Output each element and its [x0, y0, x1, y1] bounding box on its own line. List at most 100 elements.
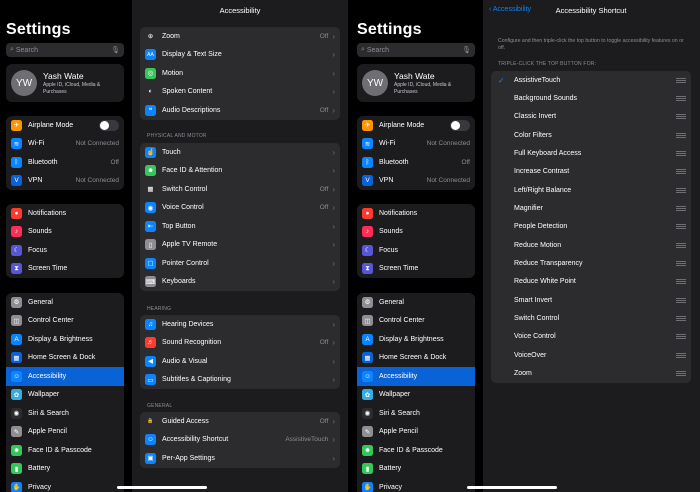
sidebar-item-face-id-passcode[interactable]: ☻ Face ID & Passcode: [6, 441, 124, 460]
settings-row-keyboards[interactable]: ⌨ Keyboards ›: [140, 273, 340, 292]
settings-row-sound-recognition[interactable]: ♬ Sound Recognition Off ›: [140, 334, 340, 353]
settings-row-display-text-size[interactable]: AA Display & Text Size ›: [140, 46, 340, 65]
reorder-handle-icon[interactable]: [676, 279, 686, 285]
sidebar-item-bluetooth[interactable]: ᛒ Bluetooth Off: [6, 153, 124, 172]
sidebar-item-face-id-passcode[interactable]: ☻ Face ID & Passcode: [357, 441, 475, 460]
reorder-handle-icon[interactable]: [676, 114, 686, 120]
sidebar-item-control-center[interactable]: ◫ Control Center: [357, 312, 475, 331]
microphone-icon[interactable]: 🎙: [462, 46, 471, 54]
sidebar-item-home-screen-dock[interactable]: ▦ Home Screen & Dock: [6, 349, 124, 368]
settings-row-subtitles-captioning[interactable]: ▭ Subtitles & Captioning ›: [140, 371, 340, 390]
shortcut-option-left-right-balance[interactable]: Left/Right Balance: [491, 181, 691, 199]
reorder-handle-icon[interactable]: [676, 334, 686, 340]
reorder-handle-icon[interactable]: [676, 96, 686, 102]
airplane-mode-toggle[interactable]: [99, 119, 119, 131]
sidebar-item-display-brightness[interactable]: A Display & Brightness: [6, 330, 124, 349]
sidebar-item-vpn[interactable]: V VPN Not Connected: [6, 172, 124, 191]
settings-row-accessibility-shortcut[interactable]: ☺ Accessibility Shortcut AssistiveTouch ›: [140, 431, 340, 450]
settings-row-audio-descriptions[interactable]: ❝ Audio Descriptions Off ›: [140, 101, 340, 120]
airplane-mode-toggle[interactable]: [450, 119, 470, 131]
shortcut-option-reduce-motion[interactable]: Reduce Motion: [491, 236, 691, 254]
shortcut-option-reduce-white-point[interactable]: Reduce White Point: [491, 273, 691, 291]
reorder-handle-icon[interactable]: [676, 77, 686, 83]
shortcut-option-voiceover[interactable]: VoiceOver: [491, 346, 691, 364]
settings-row-motion[interactable]: ◎ Motion ›: [140, 64, 340, 83]
shortcut-option-color-filters[interactable]: Color Filters: [491, 126, 691, 144]
sidebar-item-privacy[interactable]: ✋ Privacy: [357, 478, 475, 492]
settings-row-hearing-devices[interactable]: ♫ Hearing Devices ›: [140, 315, 340, 334]
shortcut-option-voice-control[interactable]: Voice Control: [491, 328, 691, 346]
shortcut-option-switch-control[interactable]: Switch Control: [491, 309, 691, 327]
settings-row-per-app-settings[interactable]: ▣ Per-App Settings ›: [140, 449, 340, 468]
sidebar-item-apple-pencil[interactable]: ✎ Apple Pencil: [357, 423, 475, 442]
reorder-handle-icon[interactable]: [676, 352, 686, 358]
sidebar-item-airplane-mode[interactable]: ✈ Airplane Mode: [357, 116, 475, 135]
reorder-handle-icon[interactable]: [676, 151, 686, 157]
shortcut-option-background-sounds[interactable]: Background Sounds: [491, 89, 691, 107]
settings-row-apple-tv-remote[interactable]: ▯ Apple TV Remote ›: [140, 236, 340, 255]
reorder-handle-icon[interactable]: [676, 261, 686, 267]
shortcut-option-people-detection[interactable]: People Detection: [491, 218, 691, 236]
sidebar-item-battery[interactable]: ▮ Battery: [357, 460, 475, 479]
sidebar-item-siri-search[interactable]: ◉ Siri & Search: [357, 404, 475, 423]
settings-row-switch-control[interactable]: ▦ Switch Control Off ›: [140, 180, 340, 199]
sidebar-item-wallpaper[interactable]: ✿ Wallpaper: [6, 386, 124, 405]
sidebar-item-vpn[interactable]: V VPN Not Connected: [357, 172, 475, 191]
reorder-handle-icon[interactable]: [676, 316, 686, 322]
sidebar-item-display-brightness[interactable]: A Display & Brightness: [357, 330, 475, 349]
apple-id-profile[interactable]: YW Yash Wate Apple ID, iCloud, Media & P…: [6, 64, 124, 102]
settings-row-face-id-attention[interactable]: ☻ Face ID & Attention ›: [140, 162, 340, 181]
settings-row-touch[interactable]: ☝ Touch ›: [140, 143, 340, 162]
shortcut-option-classic-invert[interactable]: Classic Invert: [491, 108, 691, 126]
sidebar-item-focus[interactable]: ☾ Focus: [357, 241, 475, 260]
sidebar-item-sounds[interactable]: ♪ Sounds: [357, 223, 475, 242]
sidebar-item-bluetooth[interactable]: ᛒ Bluetooth Off: [357, 153, 475, 172]
reorder-handle-icon[interactable]: [676, 242, 686, 248]
shortcut-option-increase-contrast[interactable]: Increase Contrast: [491, 163, 691, 181]
shortcut-option-full-keyboard-access[interactable]: Full Keyboard Access: [491, 144, 691, 162]
reorder-handle-icon[interactable]: [676, 206, 686, 212]
sidebar-item-battery[interactable]: ▮ Battery: [6, 460, 124, 479]
settings-row-guided-access[interactable]: 🔒 Guided Access Off ›: [140, 412, 340, 431]
reorder-handle-icon[interactable]: [676, 297, 686, 303]
reorder-handle-icon[interactable]: [676, 224, 686, 230]
sidebar-item-screen-time[interactable]: ⧗ Screen Time: [357, 260, 475, 279]
sidebar-item-wallpaper[interactable]: ✿ Wallpaper: [357, 386, 475, 405]
shortcut-option-magnifier[interactable]: Magnifier: [491, 199, 691, 217]
sidebar-item-accessibility[interactable]: ☺ Accessibility: [6, 367, 124, 386]
sidebar-item-control-center[interactable]: ◫ Control Center: [6, 312, 124, 331]
sidebar-item-apple-pencil[interactable]: ✎ Apple Pencil: [6, 423, 124, 442]
sidebar-item-siri-search[interactable]: ◉ Siri & Search: [6, 404, 124, 423]
sidebar-item-screen-time[interactable]: ⧗ Screen Time: [6, 260, 124, 279]
sidebar-item-general[interactable]: ⚙ General: [357, 293, 475, 312]
reorder-handle-icon[interactable]: [676, 169, 686, 175]
apple-id-profile-2[interactable]: YW Yash Wate Apple ID, iCloud, Media & P…: [357, 64, 475, 102]
sidebar-item-sounds[interactable]: ♪ Sounds: [6, 223, 124, 242]
reorder-handle-icon[interactable]: [676, 371, 686, 377]
sidebar-item-general[interactable]: ⚙ General: [6, 293, 124, 312]
settings-row-voice-control[interactable]: ◉ Voice Control Off ›: [140, 199, 340, 218]
search-input-2[interactable]: ⌕ Search 🎙: [357, 43, 475, 57]
shortcut-option-zoom[interactable]: Zoom: [491, 365, 691, 383]
sidebar-item-airplane-mode[interactable]: ✈ Airplane Mode: [6, 116, 124, 135]
sidebar-item-privacy[interactable]: ✋ Privacy: [6, 478, 124, 492]
sidebar-item-home-screen-dock[interactable]: ▦ Home Screen & Dock: [357, 349, 475, 368]
shortcut-option-reduce-transparency[interactable]: Reduce Transparency: [491, 254, 691, 272]
settings-row-audio-visual[interactable]: ◀ Audio & Visual ›: [140, 352, 340, 371]
reorder-handle-icon[interactable]: [676, 132, 686, 138]
reorder-handle-icon[interactable]: [676, 187, 686, 193]
sidebar-item-accessibility[interactable]: ☺ Accessibility: [357, 367, 475, 386]
sidebar-item-notifications[interactable]: ● Notifications: [357, 204, 475, 223]
sidebar-item-notifications[interactable]: ● Notifications: [6, 204, 124, 223]
sidebar-item-focus[interactable]: ☾ Focus: [6, 241, 124, 260]
settings-row-zoom[interactable]: ⊕ Zoom Off ›: [140, 27, 340, 46]
shortcut-option-assistivetouch[interactable]: ✓ AssistiveTouch: [491, 71, 691, 89]
settings-row-spoken-content[interactable]: ◐ Spoken Content ›: [140, 83, 340, 102]
sidebar-item-wi-fi[interactable]: ≋ Wi-Fi Not Connected: [357, 135, 475, 154]
search-input[interactable]: ⌕ Search 🎙: [6, 43, 124, 57]
microphone-icon[interactable]: 🎙: [111, 46, 120, 54]
settings-row-pointer-control[interactable]: ▢ Pointer Control ›: [140, 254, 340, 273]
sidebar-item-wi-fi[interactable]: ≋ Wi-Fi Not Connected: [6, 135, 124, 154]
shortcut-option-smart-invert[interactable]: Smart Invert: [491, 291, 691, 309]
settings-row-top-button[interactable]: ⇤ Top Button ›: [140, 217, 340, 236]
